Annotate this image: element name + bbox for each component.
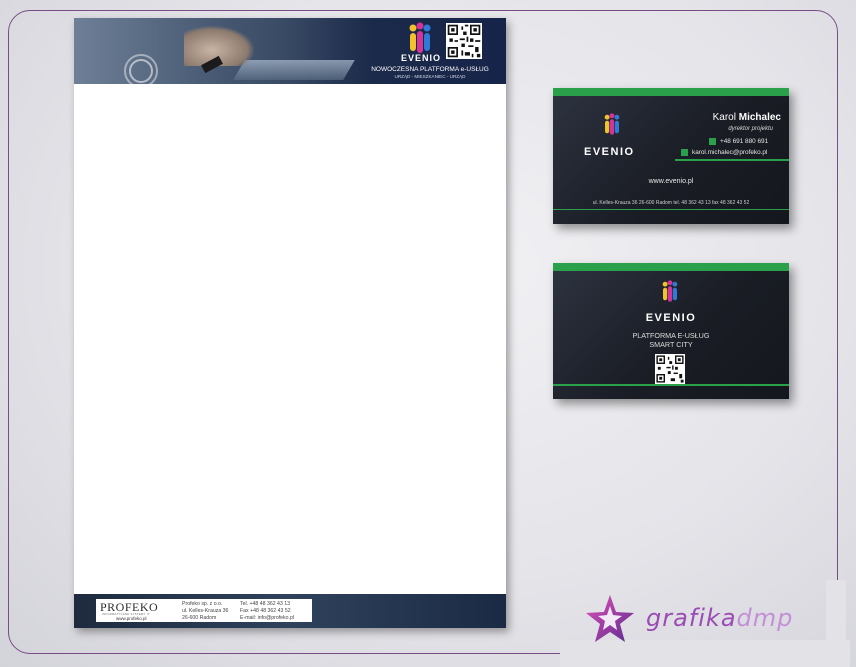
card-phone: +48 691 880 691 xyxy=(709,138,768,145)
business-card-front: EVENIO Karol Michalec dyrektor projektu … xyxy=(553,88,789,224)
card-person-name: Karol Michalec xyxy=(681,112,781,123)
signal-rings-inner-icon xyxy=(129,59,153,83)
business-card-back: EVENIO PLATFORMA E-USŁUG SMART CITY xyxy=(553,263,789,399)
letterhead-sheet: EVENIO NOWOCZESNA PLATFORMA e-USŁUG URZĄ… xyxy=(74,18,506,628)
footer-contact-line: Tel. +48 48 362 43 13 xyxy=(240,601,291,607)
footer-address-line: ul. Kelles-Krauza 36 xyxy=(182,608,229,614)
email-icon xyxy=(681,149,688,156)
last-name: Michalec xyxy=(738,112,781,123)
letterhead-footer: PROFEKO INFORMATYCZNE SYSTEMY IT www.pro… xyxy=(74,594,506,628)
footer-contact-line: E-mail: info@profeko.pl xyxy=(240,615,294,621)
card-back-tagline1: PLATFORMA E-USŁUG xyxy=(632,331,710,340)
wordmark-part2: dmp xyxy=(736,604,794,632)
card-back-tagline2: SMART CITY xyxy=(649,340,693,349)
grafikadmp-star-logo-icon xyxy=(586,595,634,642)
card-green-bar xyxy=(553,88,789,96)
letterhead-subtagline: URZĄD - MIESZKANIEC - URZĄD xyxy=(394,74,466,79)
frame-gap-right xyxy=(826,580,846,650)
evenio-logo-icon xyxy=(604,113,620,135)
footer-address-line: 26-600 Radom xyxy=(182,615,217,621)
qr-code-icon xyxy=(655,354,685,384)
card-role: dyrektor projektu xyxy=(728,126,773,132)
footer-contact: Tel. +48 48 362 43 13 Fax +48 48 362 43 … xyxy=(240,601,294,622)
card-website: www.evenio.pl xyxy=(648,178,694,185)
footer-address: Profeko sp. z o.o. ul. Kelles-Krauza 36 … xyxy=(182,601,228,622)
evenio-logo-icon xyxy=(662,280,678,302)
first-name: Karol xyxy=(712,112,736,123)
phone-text: +48 691 880 691 xyxy=(720,138,769,146)
profeko-www: www.profeko.pl xyxy=(116,616,147,621)
letterhead-brand: EVENIO xyxy=(400,53,441,63)
phone-icon xyxy=(709,138,716,145)
card-email: karol.michalec@profeko.pl xyxy=(681,149,767,156)
qr-code-icon xyxy=(446,23,482,59)
green-bottom-line xyxy=(553,209,789,210)
footer-info-box: PROFEKO INFORMATYCZNE SYSTEMY IT www.pro… xyxy=(96,599,312,622)
letterhead-header: EVENIO NOWOCZESNA PLATFORMA e-USŁUG URZĄ… xyxy=(74,18,506,84)
grafikadmp-wordmark: grafikadmp xyxy=(646,604,793,632)
green-bottom-line xyxy=(553,384,789,386)
card-brand: EVENIO xyxy=(584,146,635,158)
card-address: ul. Kelles-Krauza 36 26-600 Radom tel. 4… xyxy=(592,200,750,206)
green-divider xyxy=(675,159,789,161)
letterhead-tagline: NOWOCZESNA PLATFORMA e-USŁUG xyxy=(371,66,489,73)
card-back-brand: EVENIO xyxy=(645,312,697,324)
footer-contact-line: Fax +48 48 362 43 52 xyxy=(240,608,291,614)
card-green-bar xyxy=(553,263,789,271)
wordmark-part1: grafika xyxy=(646,604,737,632)
footer-address-line: Profeko sp. z o.o. xyxy=(182,601,223,607)
email-text: karol.michalec@profeko.pl xyxy=(692,149,768,157)
